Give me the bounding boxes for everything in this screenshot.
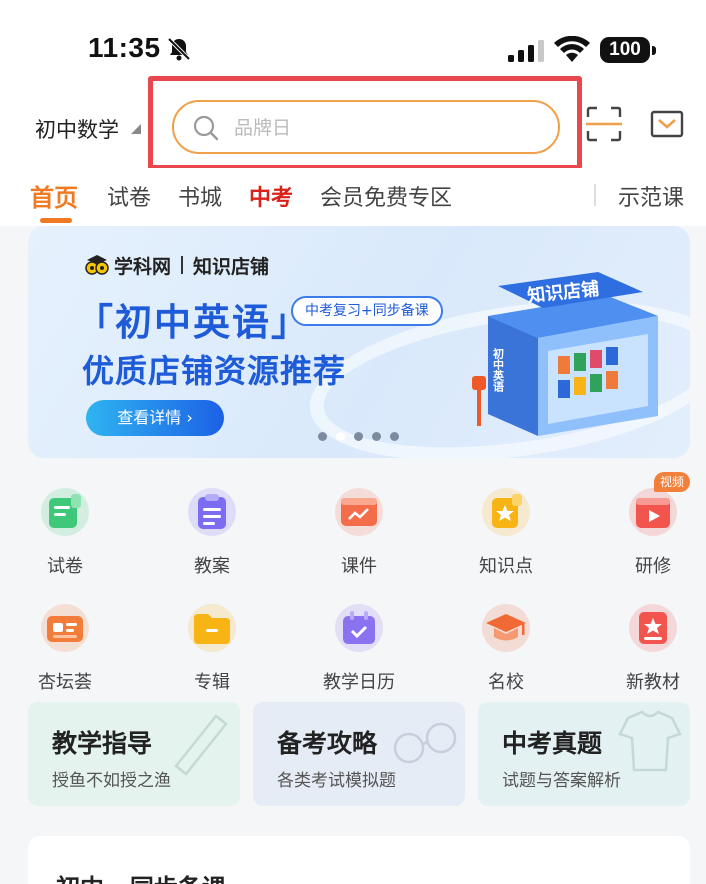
tab-zhongkao[interactable]: 中考 — [249, 180, 293, 212]
grid-item-courseware[interactable]: 课件 — [304, 478, 414, 578]
card-title: 中考真题 — [502, 729, 603, 758]
bell-muted-icon — [167, 37, 191, 61]
grid-label: 名校 — [488, 672, 524, 693]
grid-label: 专辑 — [194, 672, 230, 693]
pagination-dot[interactable] — [354, 432, 363, 441]
grid-item-albums[interactable]: 专辑 — [157, 594, 267, 694]
card-subtitle: 各类考试模拟题 — [277, 771, 396, 791]
sync-lessons-panel: 初中 · 同步备课 — [28, 836, 690, 884]
feature-grid: 试卷 教案 课件 知识点 研修 视频 杏坛荟 专辑 教学日历 名校 新教材 — [0, 472, 706, 700]
grid-item-xingtan[interactable]: 杏坛荟 — [10, 594, 120, 694]
grid-label: 教学日历 — [323, 672, 395, 693]
card-title: 教学指导 — [52, 729, 153, 758]
grid-label: 教案 — [194, 556, 230, 577]
banner-pagination — [318, 432, 399, 441]
grid-label: 杏坛荟 — [38, 672, 92, 693]
card-subtitle: 授鱼不如授之渔 — [52, 771, 171, 791]
book-star-icon — [629, 604, 677, 652]
top-bar: 初中数学 — [0, 76, 706, 170]
section-title: 初中 · 同步备课 — [56, 868, 226, 884]
grid-item-training[interactable]: 研修 — [598, 478, 706, 578]
banner-tag: 中考复习+同步备课 — [291, 296, 443, 326]
card-exam-strategy[interactable]: 备考攻略 各类考试模拟题 — [253, 702, 465, 806]
banner-title: 「初中英语」 — [76, 301, 310, 344]
card-subtitle: 试题与答案解析 — [502, 771, 621, 791]
slides-icon — [335, 488, 383, 536]
search-icon — [193, 115, 219, 141]
tab-demo-class[interactable]: 示范课 — [618, 180, 684, 212]
id-card-icon — [41, 604, 89, 652]
grid-item-test-papers[interactable]: 试卷 — [10, 478, 120, 578]
tab-member-free[interactable]: 会员免费专区 — [320, 180, 452, 212]
store-side-text: 初中英语 — [492, 347, 506, 393]
banner-subtitle: 优质店铺资源推荐 — [82, 352, 347, 390]
calendar-icon — [335, 604, 383, 652]
video-badge: 视频 — [654, 472, 691, 492]
star-bookmark-icon — [482, 488, 530, 536]
brand-separator — [181, 256, 184, 274]
knowledge-store-illustration: 知识店铺 初中英语 — [472, 272, 658, 436]
brand-subtitle: 知识店铺 — [193, 255, 270, 278]
card-zhongkao-exams[interactable]: 中考真题 试题与答案解析 — [478, 702, 690, 806]
search-bar[interactable] — [172, 100, 560, 154]
tab-test-papers[interactable]: 试卷 — [107, 180, 151, 212]
grid-item-new-textbooks[interactable]: 新教材 — [598, 594, 706, 694]
banner-brand: 学科网 知识店铺 — [84, 250, 269, 280]
promo-banner[interactable]: 学科网 知识店铺 「初中英语」 中考复习+同步备课 优质店铺资源推荐 查看详情 … — [28, 226, 690, 458]
graduation-cap-icon — [482, 604, 530, 652]
tab-home[interactable]: 首页 — [30, 178, 78, 213]
message-icon[interactable] — [650, 108, 684, 140]
tab-active-indicator — [40, 218, 72, 223]
pagination-dot-active[interactable] — [336, 432, 345, 441]
owl-logo-icon — [85, 255, 109, 275]
grid-item-teaching-calendar[interactable]: 教学日历 — [304, 594, 414, 694]
grid-label: 课件 — [341, 556, 377, 577]
pagination-dot[interactable] — [372, 432, 381, 441]
brand-name: 学科网 — [114, 255, 172, 278]
grid-label: 新教材 — [626, 672, 680, 693]
grid-label: 研修 — [635, 556, 671, 577]
wifi-icon — [554, 36, 590, 62]
pagination-dot[interactable] — [390, 432, 399, 441]
view-details-button[interactable]: 查看详情 › — [86, 400, 224, 436]
card-title: 备考攻略 — [277, 729, 378, 758]
grid-label: 试卷 — [47, 556, 83, 577]
subject-selector[interactable]: 初中数学 — [35, 114, 119, 144]
search-input[interactable] — [234, 114, 534, 142]
card-teaching-guidance[interactable]: 教学指导 授鱼不如授之渔 — [28, 702, 240, 806]
clipboard-icon — [188, 488, 236, 536]
tab-bookstore[interactable]: 书城 — [178, 180, 222, 212]
cell-signal-icon — [508, 40, 544, 62]
caret-icon — [131, 124, 141, 134]
status-time: 11:35 — [88, 32, 161, 63]
app-screen: 11:35 100 初中数学 品牌日 首页 试卷 书城 中考 会员免费专区 示范… — [0, 0, 706, 884]
grid-label: 知识点 — [479, 556, 533, 577]
grid-item-lesson-plans[interactable]: 教案 — [157, 478, 267, 578]
pagination-dot[interactable] — [318, 432, 327, 441]
grid-item-famous-schools[interactable]: 名校 — [451, 594, 561, 694]
video-play-icon — [629, 488, 677, 536]
grid-item-knowledge-points[interactable]: 知识点 — [451, 478, 561, 578]
folder-icon — [188, 604, 236, 652]
tab-divider — [594, 184, 596, 206]
test-paper-icon — [41, 488, 89, 536]
battery-indicator: 100 — [600, 37, 656, 63]
scan-icon[interactable] — [586, 106, 622, 142]
category-tabs: 首页 试卷 书城 中考 会员免费专区 示范课 — [0, 168, 706, 226]
